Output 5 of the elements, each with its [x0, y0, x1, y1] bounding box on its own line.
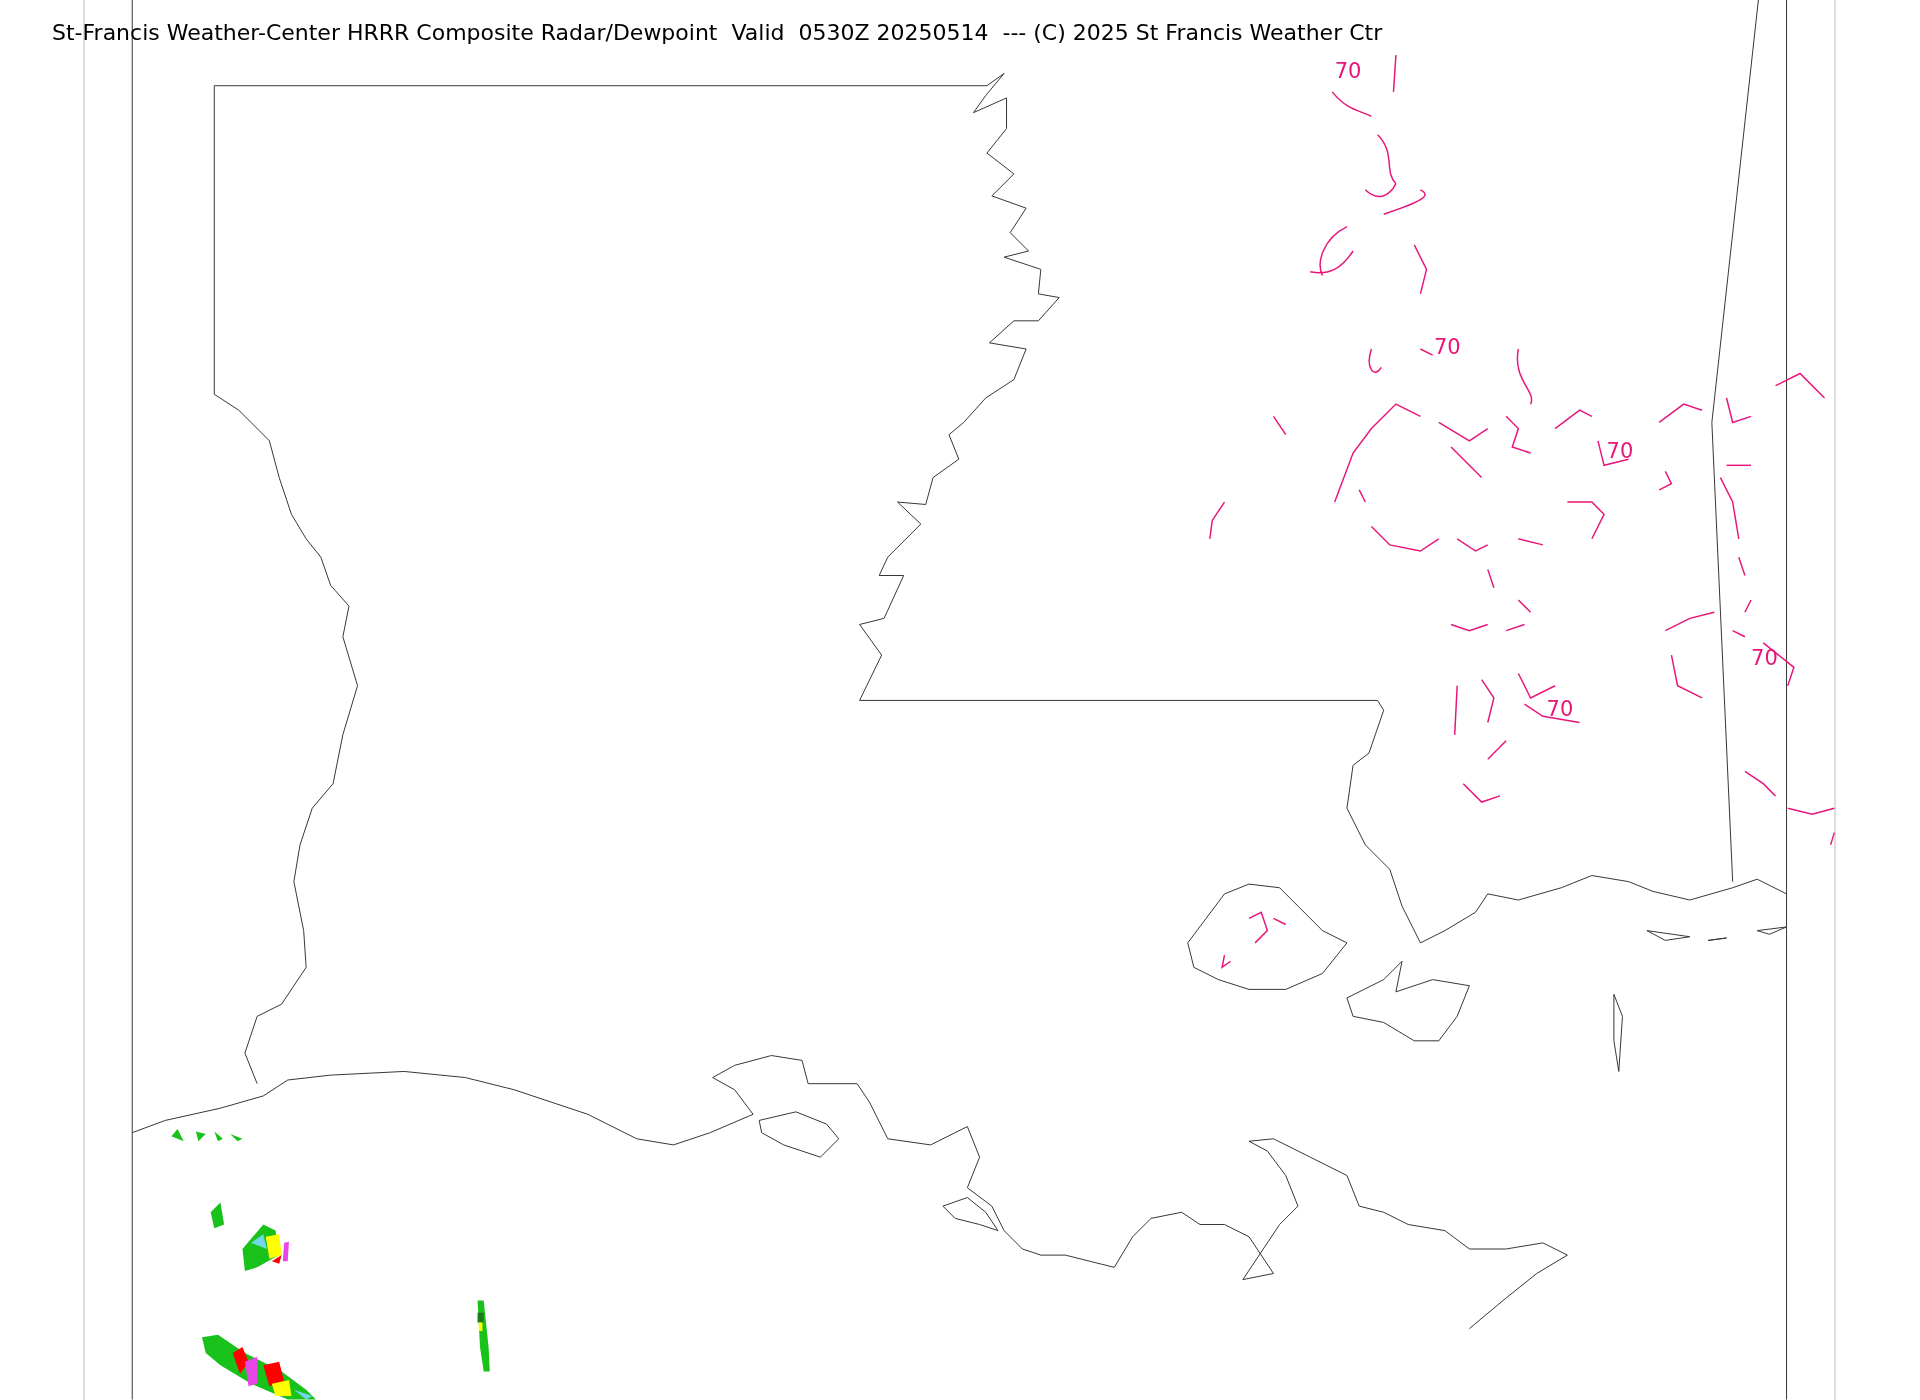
contour-label: 70 [1546, 699, 1574, 721]
contour-label: 70 [1606, 440, 1634, 462]
contour-label: 70 [1751, 647, 1778, 669]
contour-label: 70 [1334, 61, 1362, 83]
contour-label: 70 [1433, 336, 1461, 358]
